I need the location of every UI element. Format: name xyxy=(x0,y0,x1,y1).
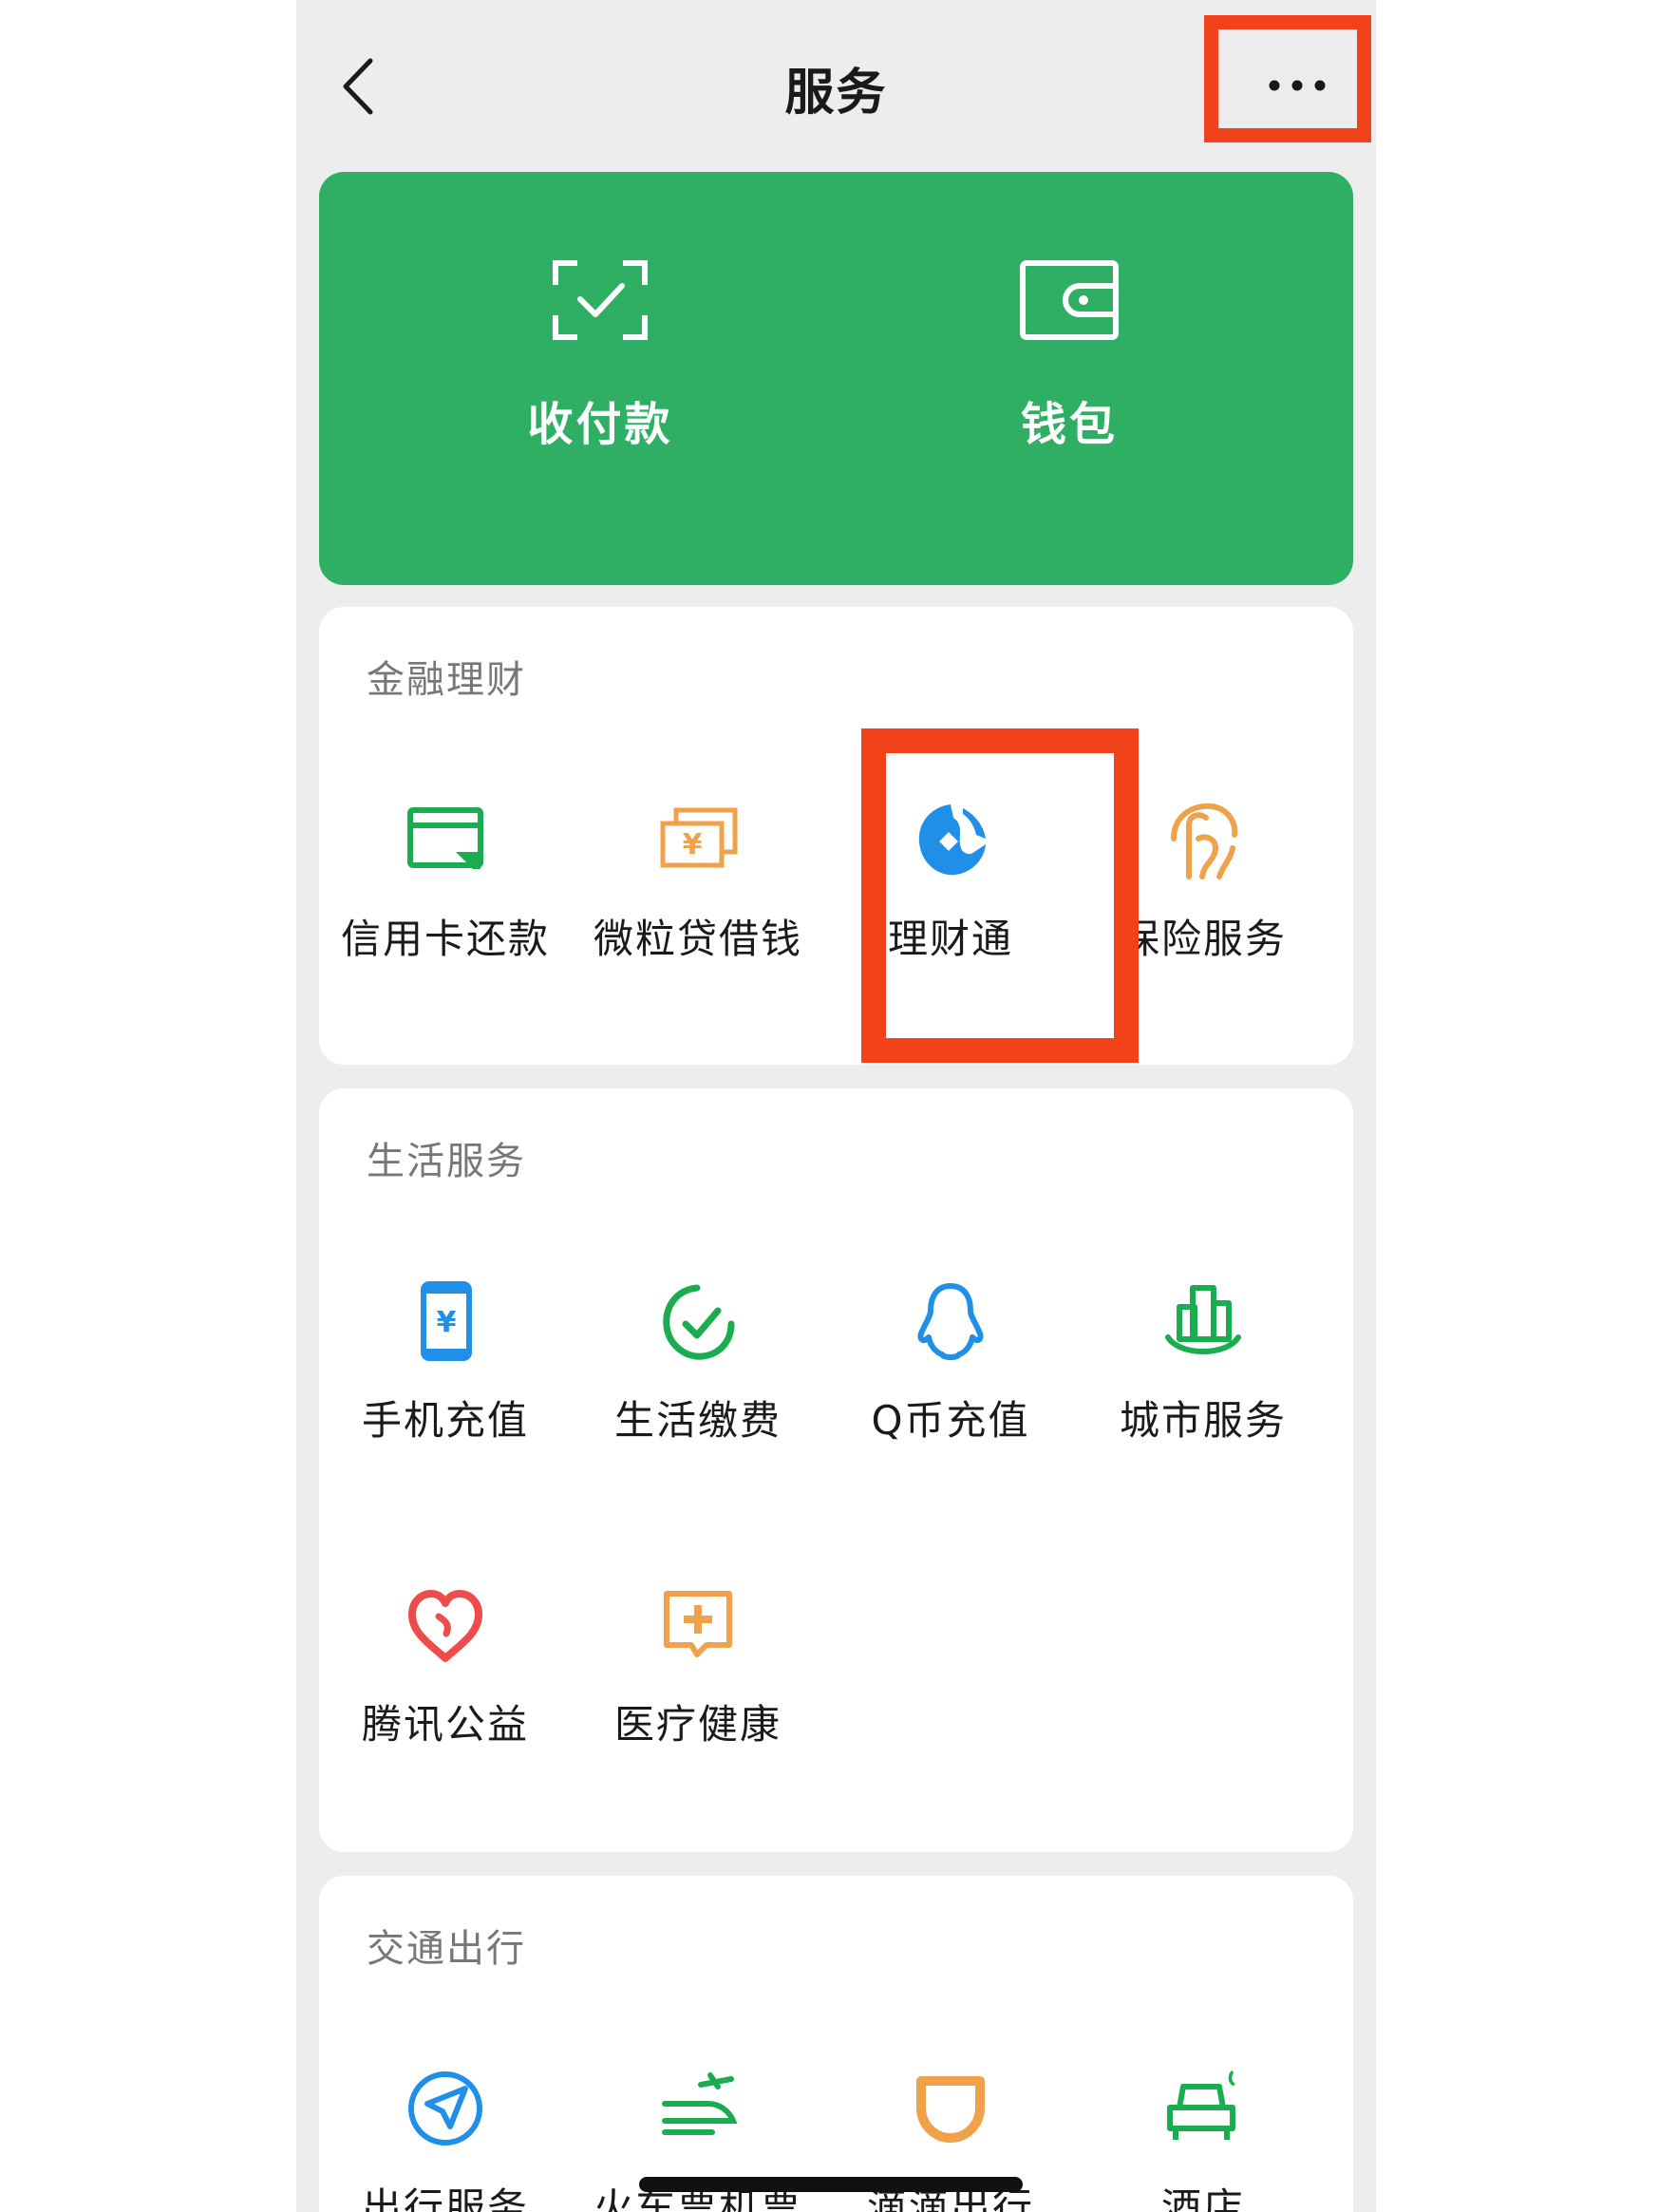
loan-money-icon: ¥ xyxy=(660,807,738,868)
tile-label: 信用卡还款 xyxy=(340,916,550,962)
phone-recharge-tile[interactable]: ¥ 手机充值 xyxy=(319,1278,572,1446)
credit-card-repay-tile[interactable]: 信用卡还款 xyxy=(319,797,572,965)
section-title: 交通出行 xyxy=(367,1927,526,1971)
section-title: 金融理财 xyxy=(367,658,526,702)
train-plane-icon xyxy=(662,2072,738,2135)
tile-label: 出行服务 xyxy=(361,2184,529,2212)
transport-section: 交通出行 出行服务 火车票机票 滴滴出行 酒店 xyxy=(319,1876,1353,2212)
svg-text:¥: ¥ xyxy=(437,1306,457,1339)
city-buildings-icon xyxy=(1165,1285,1241,1354)
phone-recharge-icon: ¥ xyxy=(421,1281,472,1361)
utility-bill-tile[interactable]: 生活缴费 xyxy=(572,1278,824,1446)
insurance-umbrella-icon xyxy=(1171,803,1238,879)
tile-label: 微粒贷借钱 xyxy=(593,916,802,962)
tile-label: 腾讯公益 xyxy=(361,1701,529,1748)
didi-icon xyxy=(916,2076,985,2143)
hotel-bed-icon xyxy=(1167,2070,1235,2140)
weilidai-loan-tile[interactable]: ¥ 微粒贷借钱 xyxy=(572,797,824,965)
travel-services-tile[interactable]: 出行服务 xyxy=(319,2066,572,2212)
navigation-arrow-icon xyxy=(408,2071,482,2146)
tile-label: 医疗健康 xyxy=(613,1701,782,1748)
highlight-box-more xyxy=(1204,15,1371,142)
pay-receive-button[interactable]: 收付款 xyxy=(458,257,743,476)
svg-text:¥: ¥ xyxy=(683,828,703,861)
charity-heart-icon xyxy=(408,1590,482,1662)
hotel-tile[interactable]: 酒店 xyxy=(1077,2066,1329,2212)
tile-label: 酒店 xyxy=(1160,2184,1245,2212)
highlight-box-loan xyxy=(861,728,1139,1063)
city-services-tile[interactable]: 城市服务 xyxy=(1077,1278,1329,1446)
wallet-card: 收付款 钱包 xyxy=(319,172,1353,585)
finance-section: 金融理财 信用卡还款 ¥ 微粒贷借钱 理财通 保险服务 xyxy=(319,607,1353,1065)
phone-screen: 服务 收付款 钱包 金融理财 信用卡还款 ¥ 微粒贷借钱 理财通 保险服务 生活… xyxy=(296,0,1376,2212)
home-indicator xyxy=(639,2177,1023,2192)
qcoin-recharge-tile[interactable]: Q币充值 xyxy=(824,1278,1077,1446)
section-title: 生活服务 xyxy=(367,1140,526,1183)
medical-health-tile[interactable]: 医疗健康 xyxy=(572,1582,824,1750)
medical-cross-icon xyxy=(664,1591,732,1657)
wallet-icon xyxy=(1020,260,1119,340)
bill-check-icon xyxy=(663,1284,735,1360)
wallet-label: 钱包 xyxy=(1020,398,1118,451)
scan-check-icon xyxy=(553,260,648,340)
tile-label: 手机充值 xyxy=(361,1397,529,1444)
pay-receive-label: 收付款 xyxy=(527,398,673,451)
credit-card-icon xyxy=(407,807,483,869)
qq-penguin-icon xyxy=(917,1283,984,1360)
wallet-button[interactable]: 钱包 xyxy=(927,257,1212,476)
tile-label: 生活缴费 xyxy=(613,1397,782,1444)
tencent-charity-tile[interactable]: 腾讯公益 xyxy=(319,1582,572,1750)
life-services-section: 生活服务 ¥ 手机充值 生活缴费 Q币充值 城市服务 腾讯公益 医疗健康 xyxy=(319,1088,1353,1852)
tile-label: Q币充值 xyxy=(871,1397,1030,1444)
tile-label: 城市服务 xyxy=(1119,1397,1287,1444)
